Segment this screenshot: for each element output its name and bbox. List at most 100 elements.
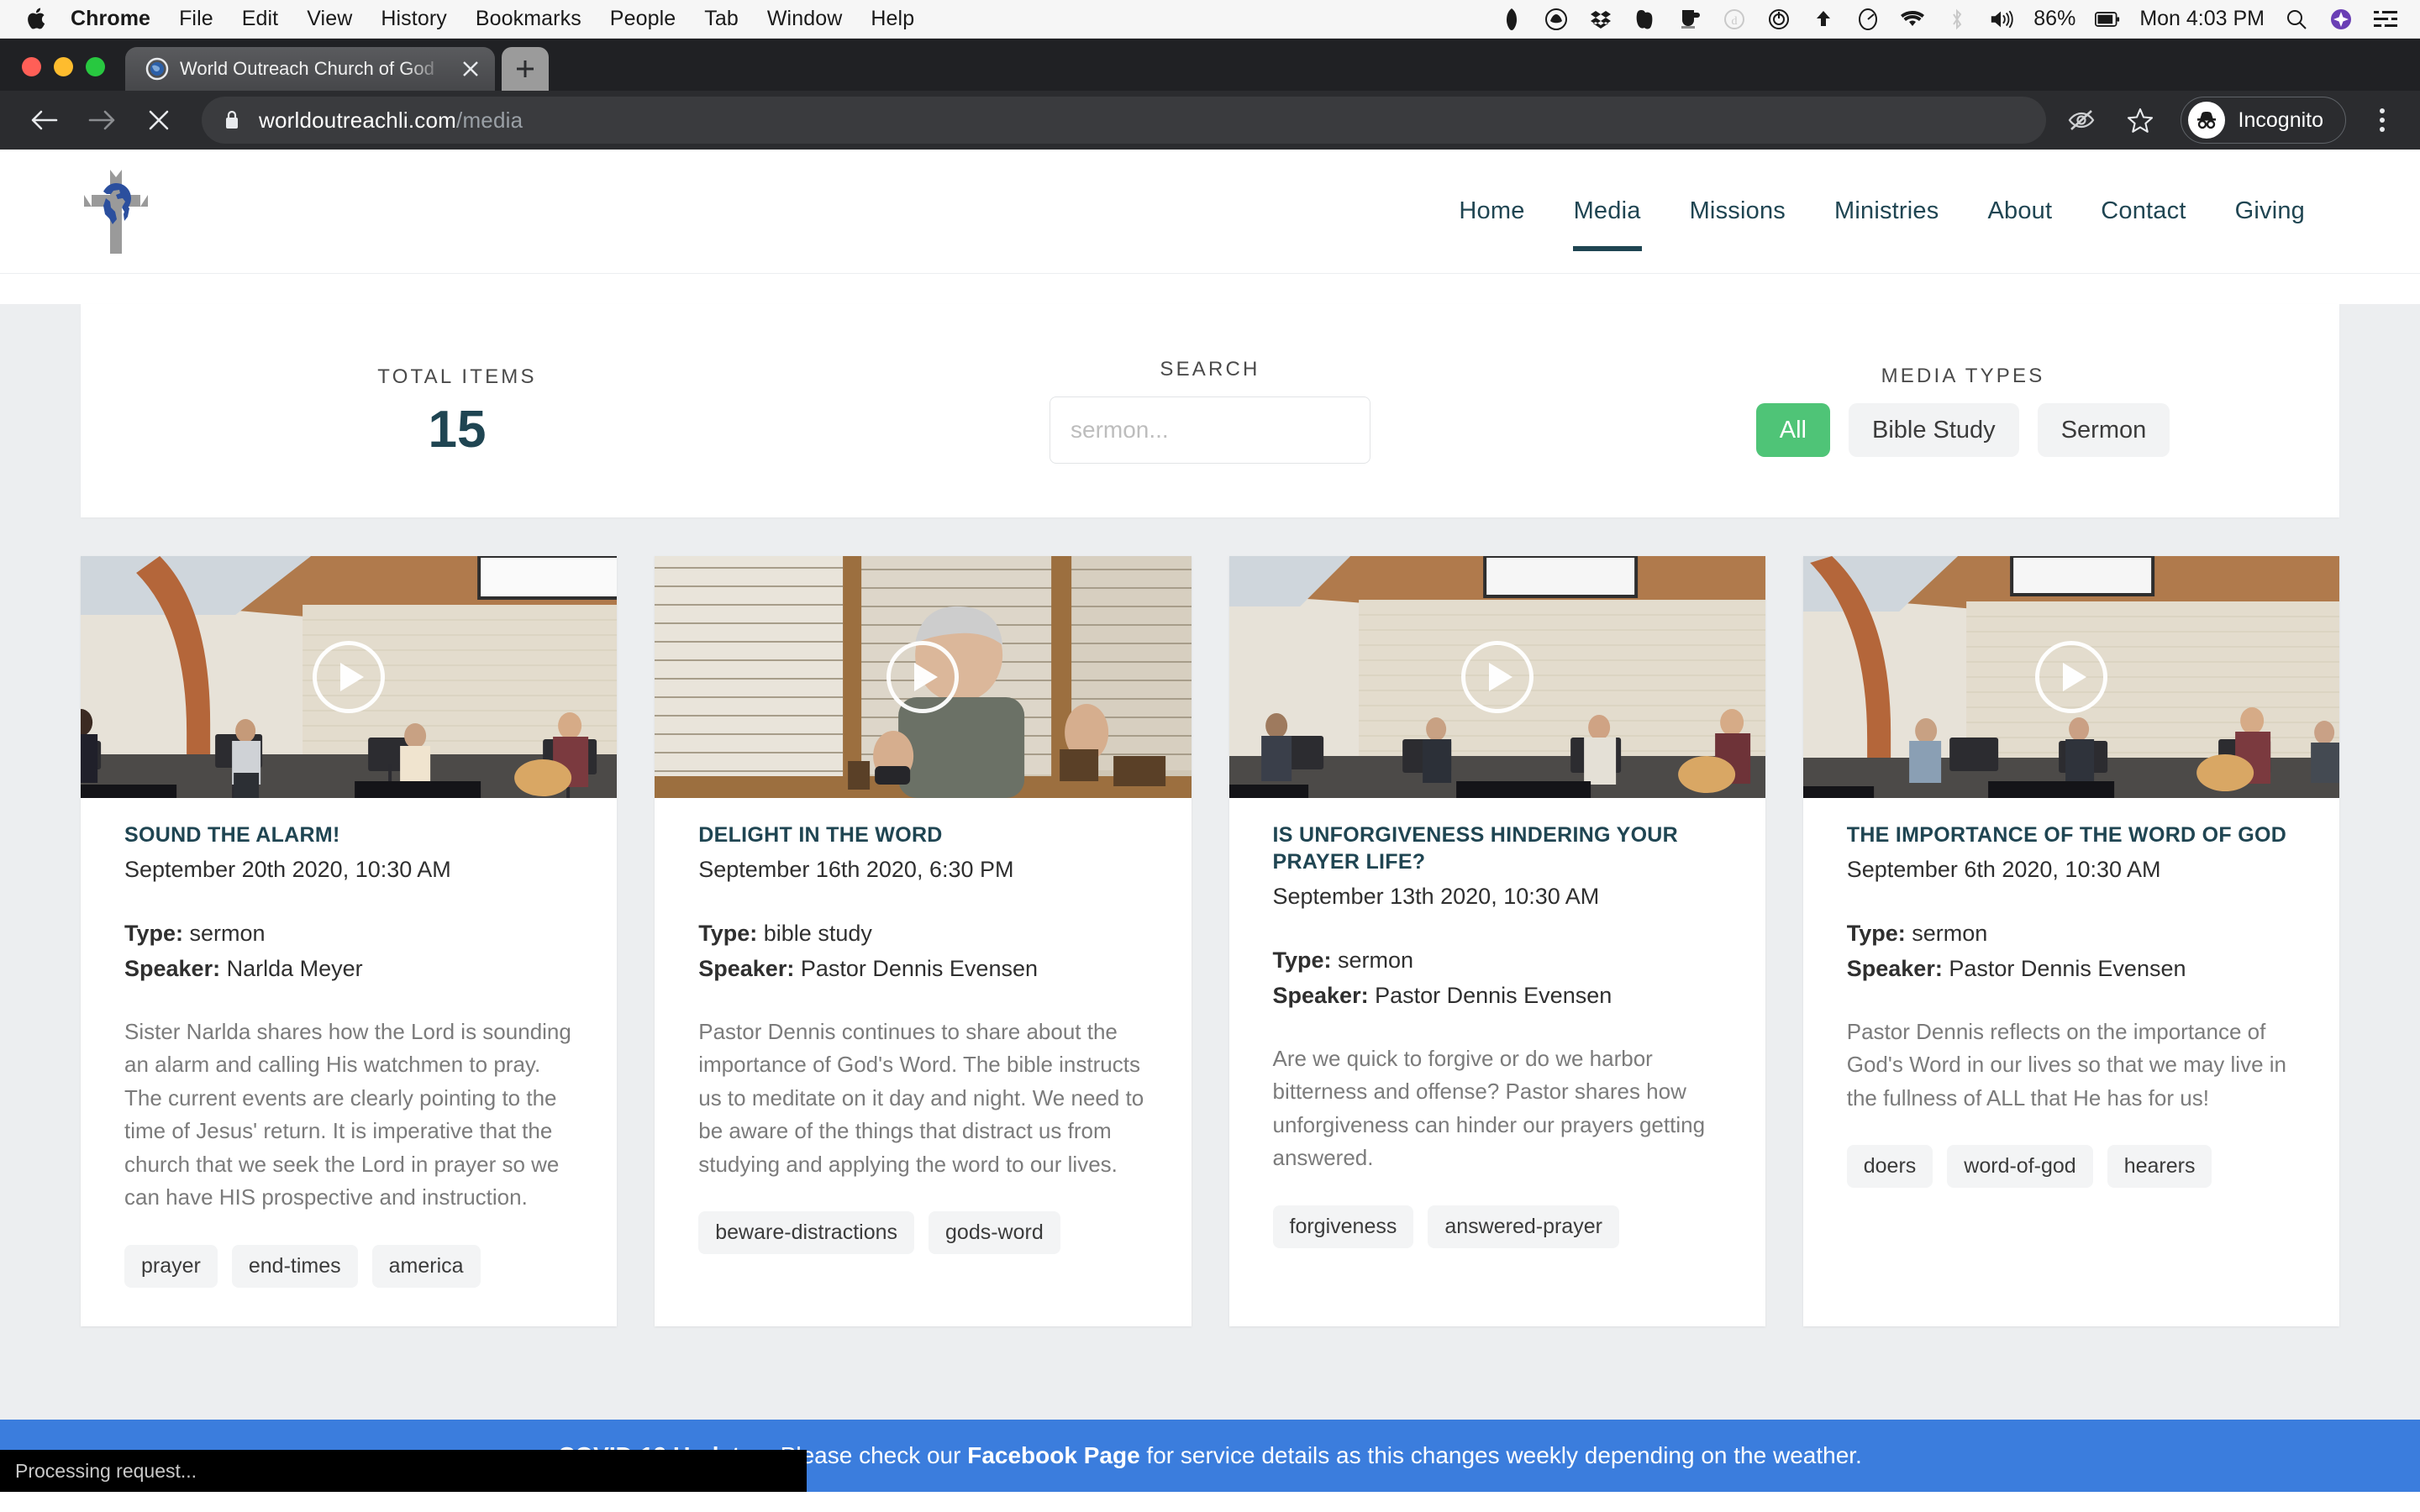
cross-globe-logo[interactable] [76,165,156,259]
menu-item-history[interactable]: History [381,7,446,31]
play-button-icon[interactable] [886,641,960,713]
coffee-mug-icon[interactable] [1677,7,1702,32]
media-card-description: Pastor Dennis continues to share about t… [698,1018,1144,1177]
nav-link-contact[interactable]: Contact [2076,150,2210,274]
incognito-profile-button[interactable]: Incognito [2180,97,2346,144]
close-icon[interactable] [458,56,483,81]
video-thumbnail[interactable] [1228,556,1765,798]
play-button-icon[interactable] [313,641,386,713]
tag[interactable]: word-of-god [1947,1145,2093,1189]
tag[interactable]: prayer [124,1244,218,1288]
search-input[interactable] [1050,396,1370,464]
globe-favicon [145,57,169,81]
dropbox-icon[interactable] [1588,7,1613,32]
menu-item-file[interactable]: File [179,7,213,31]
media-card[interactable]: THE IMPORTANCE OF THE WORD OF GOD Septem… [1802,556,2339,1326]
nav-link-media[interactable]: Media [1549,150,1665,274]
battery-icon[interactable] [2095,7,2120,32]
menu-item-bookmarks[interactable]: Bookmarks [476,7,581,31]
nav-link-ministries[interactable]: Ministries [1810,150,1963,274]
speaker-label: Speaker: [1272,982,1369,1008]
media-card-type: sermon [1338,948,1414,974]
tag[interactable]: doers [1846,1145,1933,1189]
menu-item-window[interactable]: Window [767,7,843,31]
media-card-date: September 20th 2020, 10:30 AM [124,857,451,882]
menu-item-chrome[interactable]: Chrome [71,7,150,31]
control-center-icon[interactable] [2373,7,2398,32]
tag[interactable]: end-times [231,1244,358,1288]
media-card-title: THE IMPORTANCE OF THE WORD OF GOD [1846,823,2287,847]
speaker-label: Speaker: [698,955,795,981]
siri-icon[interactable] [2328,7,2354,32]
onedrive-icon[interactable] [1811,7,1836,32]
dashlane-icon[interactable]: d [1722,7,1747,32]
minimize-window-button[interactable] [54,57,73,76]
evernote-icon[interactable] [1633,7,1658,32]
media-card[interactable]: DELIGHT IN THE WORD September 16th 2020,… [655,556,1192,1326]
site-header: Home Media Missions Ministries About Con… [0,150,2420,274]
timer-icon[interactable] [1766,7,1791,32]
lock-icon[interactable] [224,109,242,131]
stop-loading-icon[interactable] [133,94,185,146]
play-button-icon[interactable] [1460,641,1534,713]
media-card-title: IS UNFORGIVENESS HINDERING YOUR PRAYER L… [1272,823,1679,874]
media-card-body: IS UNFORGIVENESS HINDERING YOUR PRAYER L… [1229,798,1765,1287]
wifi-icon[interactable] [1900,7,1925,32]
media-card-date: September 13th 2020, 10:30 AM [1272,884,1600,909]
nav-link-about[interactable]: About [1963,150,2076,274]
1password-icon[interactable] [1499,7,1524,32]
volume-icon[interactable] [1989,7,2014,32]
media-card-meta: Type: sermon Speaker: Narlda Meyer [124,916,573,987]
facebook-page-link[interactable]: Facebook Page [967,1442,1139,1468]
video-thumbnail[interactable] [1802,556,2339,798]
eye-slash-icon[interactable] [2058,97,2105,144]
speaker-label: Speaker: [124,955,221,981]
grammarly-icon[interactable] [1855,7,1881,32]
menu-item-people[interactable]: People [610,7,676,31]
total-items-label: TOTAL ITEMS [377,365,537,388]
media-card-tags: beware-distractions gods-word [698,1211,1147,1255]
video-thumbnail[interactable] [655,556,1192,798]
kebab-menu-icon[interactable] [2363,97,2402,144]
chrome-window: World Outreach Church of God worldoutrea… [0,39,2420,150]
back-arrow-icon[interactable] [18,94,71,146]
media-card[interactable]: IS UNFORGIVENESS HINDERING YOUR PRAYER L… [1228,556,1765,1326]
media-type-chip-sermon[interactable]: Sermon [2037,403,2170,457]
menu-item-edit[interactable]: Edit [242,7,278,31]
tag[interactable]: america [371,1244,481,1288]
status-bubble: Processing request... [0,1450,807,1492]
media-card-meta: Type: sermon Speaker: Pastor Dennis Even… [1273,943,1722,1014]
backup-icon[interactable] [1544,7,1569,32]
tag[interactable]: answered-prayer [1428,1205,1619,1248]
bluetooth-icon[interactable] [1944,7,1970,32]
menu-bar-clock[interactable]: Mon 4:03 PM [2139,7,2265,31]
menu-item-tab[interactable]: Tab [704,7,739,31]
search-icon[interactable] [2284,7,2309,32]
menu-item-help[interactable]: Help [871,7,914,31]
browser-tab[interactable]: World Outreach Church of God [125,47,495,91]
url-domain: worldoutreachli.com [259,107,457,133]
tag[interactable]: beware-distractions [698,1211,915,1255]
menu-item-view[interactable]: View [307,7,352,31]
maximize-window-button[interactable] [86,57,105,76]
tag[interactable]: gods-word [929,1211,1060,1255]
tag[interactable]: forgiveness [1272,1205,1414,1248]
video-thumbnail[interactable] [81,556,618,798]
media-type-chip-bible-study[interactable]: Bible Study [1848,403,2019,457]
plus-icon[interactable] [502,47,549,91]
star-icon[interactable] [2117,97,2164,144]
media-card[interactable]: SOUND THE ALARM! September 20th 2020, 10… [81,556,618,1326]
forward-arrow-icon[interactable] [76,94,128,146]
media-card-body: SOUND THE ALARM! September 20th 2020, 10… [81,798,617,1326]
play-button-icon[interactable] [2034,641,2107,713]
nav-link-giving[interactable]: Giving [2211,150,2329,274]
address-bar[interactable]: worldoutreachli.com/media [202,97,2046,144]
media-type-chip-all[interactable]: All [1755,403,1830,457]
nav-link-home[interactable]: Home [1434,150,1549,274]
media-card-tags: forgiveness answered-prayer [1272,1205,1722,1248]
apple-logo-icon[interactable] [25,6,49,31]
media-types-block: MEDIA TYPES All Bible Study Sermon [1586,365,2339,457]
close-window-button[interactable] [22,57,41,76]
tag[interactable]: hearers [2107,1145,2212,1189]
nav-link-missions[interactable]: Missions [1665,150,1810,274]
